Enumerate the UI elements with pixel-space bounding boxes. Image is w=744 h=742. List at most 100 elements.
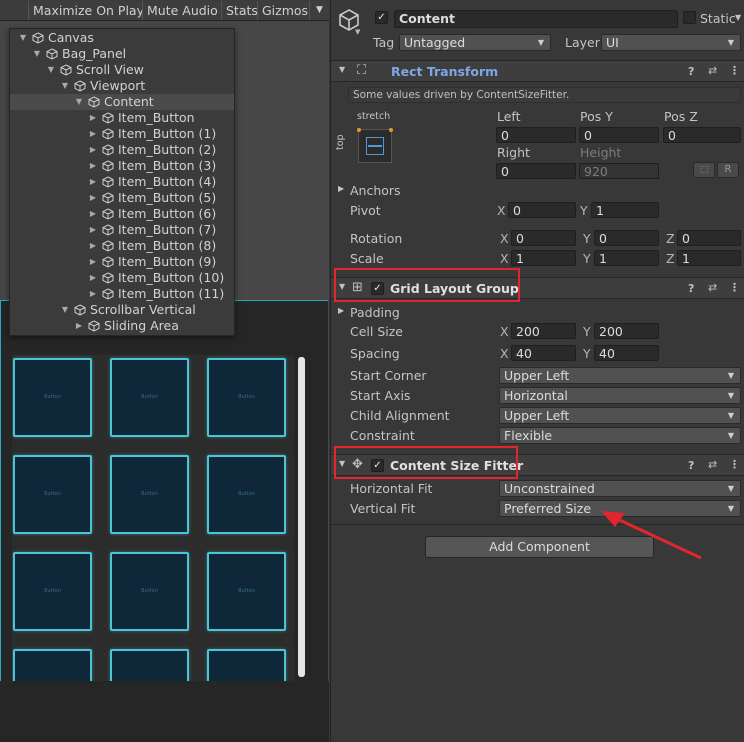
item-button[interactable]: Button bbox=[207, 455, 286, 534]
hierarchy-item[interactable]: ▼ Scrollbar Vertical bbox=[10, 302, 234, 318]
left-field[interactable]: 0 bbox=[496, 127, 576, 143]
rotation-y-field[interactable]: 0 bbox=[594, 230, 659, 246]
maximize-on-play-toggle[interactable]: Maximize On Play bbox=[28, 1, 148, 20]
pivot-y-field[interactable]: 1 bbox=[591, 202, 659, 218]
scale-z-field[interactable]: 1 bbox=[677, 250, 741, 266]
collapsed-arrow-icon[interactable]: ▶ bbox=[88, 190, 98, 206]
hierarchy-item[interactable]: ▶ Item_Button (4) bbox=[10, 174, 234, 190]
static-dropdown-icon[interactable]: ▼ bbox=[735, 13, 741, 22]
item-button[interactable]: Button bbox=[207, 552, 286, 631]
mute-audio-toggle[interactable]: Mute Audio bbox=[142, 1, 222, 20]
start-axis-dropdown[interactable]: Horizontal ▼ bbox=[499, 387, 741, 404]
right-field[interactable]: 0 bbox=[496, 163, 576, 179]
presets-icon[interactable]: ⇄ bbox=[708, 64, 717, 77]
active-checkbox[interactable]: ✓ bbox=[375, 11, 388, 24]
raw-edit-button[interactable]: R bbox=[717, 162, 739, 178]
collapsed-arrow-icon[interactable]: ▶ bbox=[88, 270, 98, 286]
expanded-arrow-icon[interactable]: ▼ bbox=[60, 302, 70, 318]
rotation-z-field[interactable]: 0 bbox=[677, 230, 741, 246]
hierarchy-item[interactable]: ▶ Item_Button (1) bbox=[10, 126, 234, 142]
child-alignment-dropdown[interactable]: Upper Left ▼ bbox=[499, 407, 741, 424]
presets-icon[interactable]: ⇄ bbox=[708, 458, 717, 471]
help-icon[interactable]: ? bbox=[688, 65, 694, 78]
collapsed-arrow-icon[interactable]: ▶ bbox=[74, 318, 84, 334]
collapse-arrow-icon[interactable]: ▼ bbox=[339, 65, 345, 74]
hierarchy-item[interactable]: ▼ Bag_Panel bbox=[10, 46, 234, 62]
hierarchy-item[interactable]: ▶ Item_Button (2) bbox=[10, 142, 234, 158]
help-icon[interactable]: ? bbox=[688, 282, 694, 295]
expanded-arrow-icon[interactable]: ▼ bbox=[32, 46, 42, 62]
rotation-x-field[interactable]: 0 bbox=[511, 230, 576, 246]
collapsed-arrow-icon[interactable]: ▶ bbox=[88, 286, 98, 302]
presets-icon[interactable]: ⇄ bbox=[708, 281, 717, 294]
collapsed-arrow-icon[interactable]: ▶ bbox=[88, 206, 98, 222]
hierarchy-item[interactable]: ▼ Canvas bbox=[10, 30, 234, 46]
item-button[interactable]: Button bbox=[13, 552, 92, 631]
pos-z-field[interactable]: 0 bbox=[663, 127, 741, 143]
tag-dropdown[interactable]: Untagged ▼ bbox=[399, 34, 551, 51]
anchors-expand-arrow-icon[interactable]: ▶ bbox=[338, 184, 344, 193]
hierarchy-item[interactable]: ▼ Viewport bbox=[10, 78, 234, 94]
hierarchy-item[interactable]: ▼ Content bbox=[10, 94, 234, 110]
kebab-menu-icon[interactable]: ⋮ bbox=[729, 64, 740, 77]
scroll-view-viewport[interactable]: Button Button Button Button Button Button Butt… bbox=[12, 355, 294, 681]
padding-label[interactable]: Padding bbox=[350, 305, 400, 320]
item-button[interactable]: Button bbox=[13, 358, 92, 437]
anchors-label[interactable]: Anchors bbox=[350, 183, 401, 198]
gizmos-dropdown-icon[interactable]: ▼ bbox=[309, 1, 329, 20]
scale-y-field[interactable]: 1 bbox=[594, 250, 659, 266]
kebab-menu-icon[interactable]: ⋮ bbox=[729, 281, 740, 294]
start-corner-dropdown[interactable]: Upper Left ▼ bbox=[499, 367, 741, 384]
collapsed-arrow-icon[interactable]: ▶ bbox=[88, 222, 98, 238]
pivot-x-field[interactable]: 0 bbox=[508, 202, 576, 218]
collapsed-arrow-icon[interactable]: ▶ bbox=[88, 158, 98, 174]
item-button[interactable]: Button bbox=[13, 455, 92, 534]
hierarchy-item[interactable]: ▶ Item_Button (6) bbox=[10, 206, 234, 222]
help-icon[interactable]: ? bbox=[688, 459, 694, 472]
expanded-arrow-icon[interactable]: ▼ bbox=[74, 94, 84, 110]
hierarchy-item[interactable]: ▶ Sliding Area bbox=[10, 318, 234, 334]
hierarchy-item[interactable]: ▶ Item_Button (3) bbox=[10, 158, 234, 174]
spacing-y-field[interactable]: 40 bbox=[594, 345, 659, 361]
anchor-presets-button[interactable] bbox=[357, 128, 393, 163]
object-name-field[interactable]: Content bbox=[394, 10, 678, 28]
expanded-arrow-icon[interactable]: ▼ bbox=[60, 78, 70, 94]
cell-size-x-field[interactable]: 200 bbox=[511, 323, 576, 339]
gizmos-toggle[interactable]: Gizmos bbox=[257, 1, 313, 20]
hierarchy-item[interactable]: ▼ Scroll View bbox=[10, 62, 234, 78]
icon-dropdown-caret[interactable]: ▼ bbox=[355, 28, 360, 36]
stats-toggle[interactable]: Stats bbox=[221, 1, 262, 20]
pos-y-field[interactable]: 0 bbox=[579, 127, 659, 143]
constraint-dropdown[interactable]: Flexible ▼ bbox=[499, 427, 741, 444]
hierarchy-item[interactable]: ▶ Item_Button (10) bbox=[10, 270, 234, 286]
layer-dropdown[interactable]: UI ▼ bbox=[601, 34, 741, 51]
item-button[interactable]: Button bbox=[110, 455, 189, 534]
blueprint-mode-icon[interactable]: ⬚ bbox=[693, 162, 715, 178]
expanded-arrow-icon[interactable]: ▼ bbox=[46, 62, 56, 78]
item-button[interactable]: Button bbox=[207, 649, 286, 681]
hierarchy-item[interactable]: ▶ Item_Button (9) bbox=[10, 254, 234, 270]
cell-size-y-field[interactable]: 200 bbox=[594, 323, 659, 339]
hierarchy-item[interactable]: ▶ Item_Button (8) bbox=[10, 238, 234, 254]
collapsed-arrow-icon[interactable]: ▶ bbox=[88, 142, 98, 158]
hierarchy-item[interactable]: ▶ Item_Button bbox=[10, 110, 234, 126]
vertical-scrollbar-handle[interactable] bbox=[298, 357, 305, 677]
padding-expand-arrow-icon[interactable]: ▶ bbox=[338, 306, 344, 315]
hierarchy-item[interactable]: ▶ Item_Button (7) bbox=[10, 222, 234, 238]
expanded-arrow-icon[interactable]: ▼ bbox=[18, 30, 28, 46]
horizontal-fit-dropdown[interactable]: Unconstrained ▼ bbox=[499, 480, 741, 497]
hierarchy-item[interactable]: ▶ Item_Button (11) bbox=[10, 286, 234, 302]
spacing-x-field[interactable]: 40 bbox=[511, 345, 576, 361]
item-button[interactable]: Button bbox=[110, 358, 189, 437]
static-checkbox[interactable] bbox=[683, 11, 696, 24]
item-button[interactable]: Button bbox=[13, 649, 92, 681]
collapsed-arrow-icon[interactable]: ▶ bbox=[88, 126, 98, 142]
rect-transform-header[interactable]: ▼ ⛶ Rect Transform ? ⇄ ⋮ bbox=[331, 60, 744, 82]
collapsed-arrow-icon[interactable]: ▶ bbox=[88, 254, 98, 270]
collapsed-arrow-icon[interactable]: ▶ bbox=[88, 238, 98, 254]
collapsed-arrow-icon[interactable]: ▶ bbox=[88, 174, 98, 190]
collapsed-arrow-icon[interactable]: ▶ bbox=[88, 110, 98, 126]
scale-x-field[interactable]: 1 bbox=[511, 250, 576, 266]
item-button[interactable]: Button bbox=[110, 649, 189, 681]
item-button[interactable]: Button bbox=[110, 552, 189, 631]
